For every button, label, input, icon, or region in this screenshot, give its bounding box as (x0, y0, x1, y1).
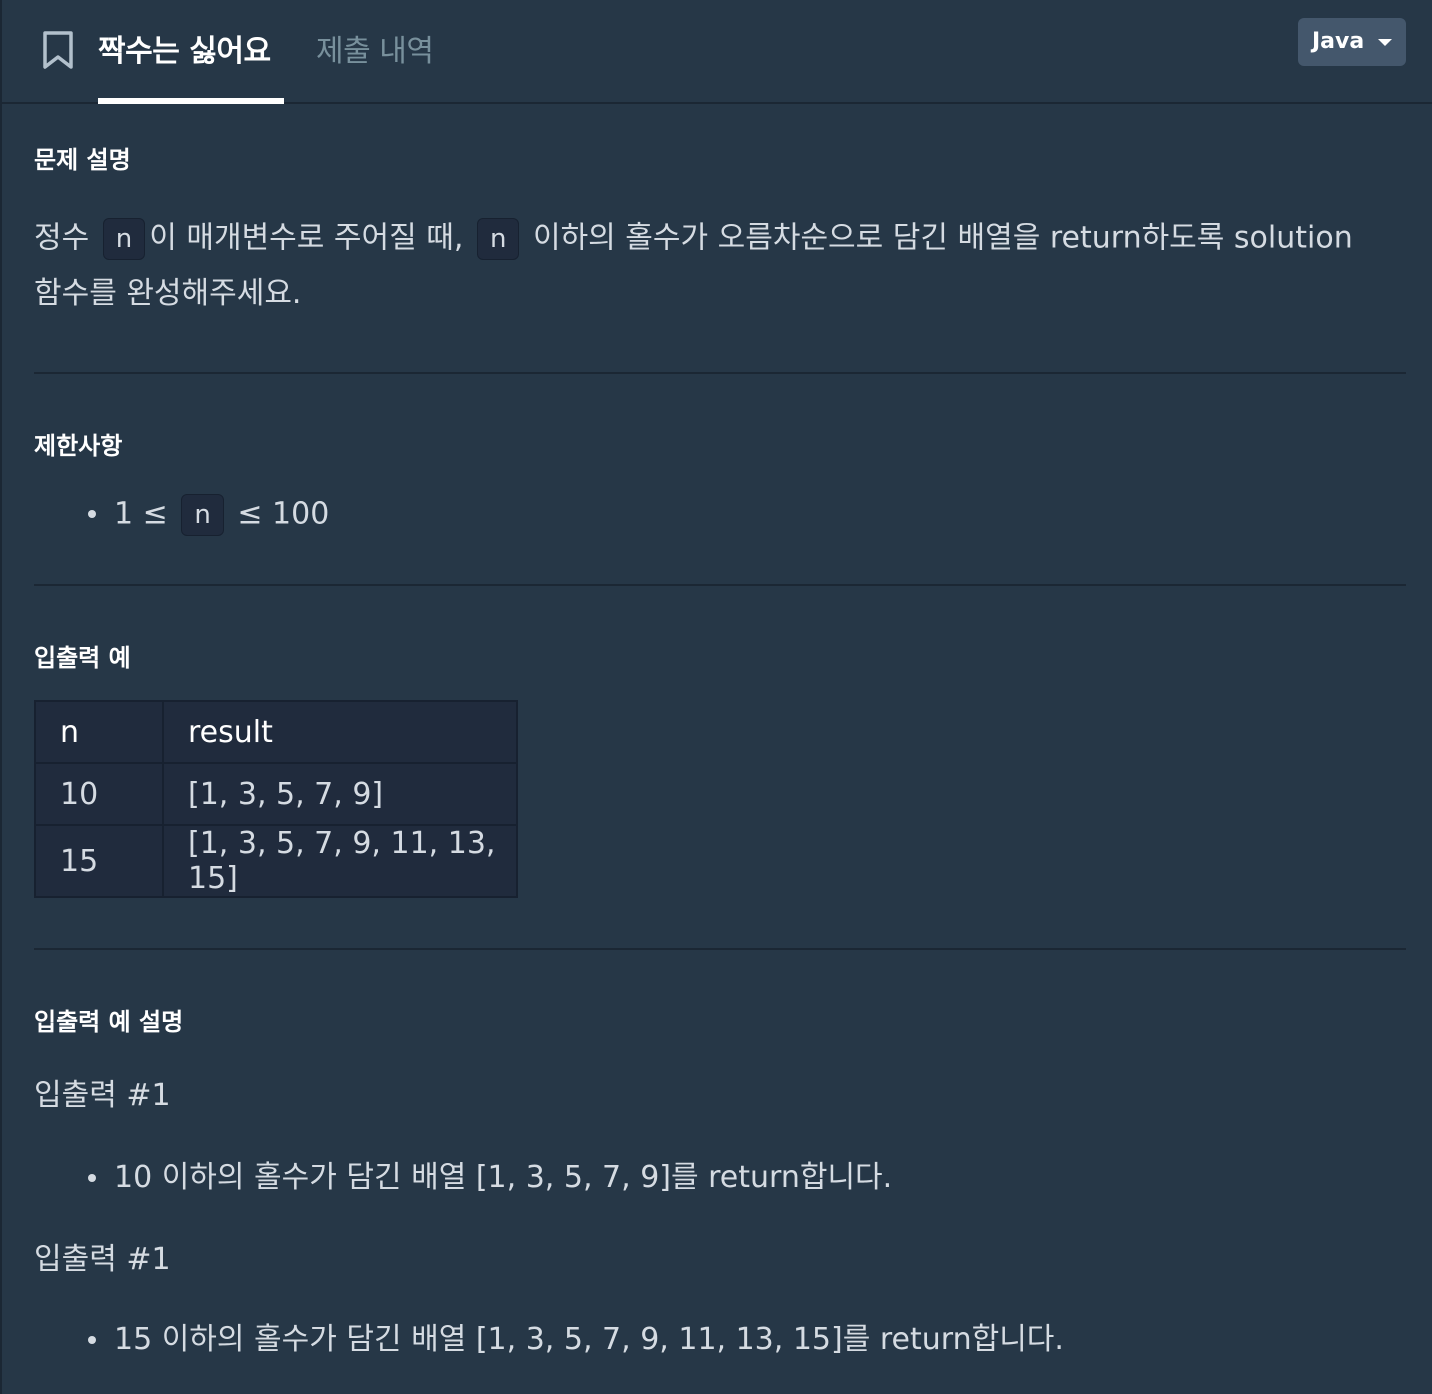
column-header: n (34, 700, 164, 764)
explanation-title: 입출력 예 설명 (34, 1008, 184, 1036)
table-row: 10 [1, 3, 5, 7, 9] (34, 762, 518, 826)
problem-header: 짝수는 싫어요 제출 내역 Java (2, 0, 1432, 104)
bullet-dot (88, 1336, 96, 1344)
section-divider (34, 948, 1406, 950)
case-text: 10 이하의 홀수가 담긴 배열 [1, 3, 5, 7, 9]를 return… (114, 1160, 893, 1195)
constraint-item: 1 ≤ n ≤ 100 (114, 494, 329, 536)
inline-code: n (181, 494, 224, 536)
constraint-suffix: ≤ 100 (237, 496, 330, 532)
bullet-dot (88, 510, 96, 518)
language-select[interactable]: Java (1298, 18, 1406, 66)
description-line-2: 함수를 완성해주세요. (34, 276, 302, 311)
description-text: 이하의 홀수가 오름차순으로 담긴 배열을 return하도록 solution (532, 220, 1353, 256)
table-cell: 15 (34, 824, 164, 898)
examples-table: n result 10 [1, 3, 5, 7, 9] 15 [1, 3, 5,… (34, 700, 518, 898)
description-text: 정수 (34, 220, 90, 256)
table-cell: [1, 3, 5, 7, 9] (162, 762, 518, 826)
case-heading: 입출력 #1 (34, 1078, 171, 1113)
chevron-down-icon (1378, 39, 1392, 46)
bookmark-icon[interactable] (40, 30, 76, 70)
inline-code: n (102, 218, 146, 260)
language-select-value: Java (1312, 29, 1365, 54)
tab-submissions[interactable]: 제출 내역 (316, 26, 434, 70)
active-tab-indicator (98, 98, 284, 104)
examples-title: 입출력 예 (34, 644, 131, 672)
column-header: result (162, 700, 518, 764)
case-heading: 입출력 #1 (34, 1242, 171, 1277)
section-divider (34, 584, 1406, 586)
table-header-row: n result (34, 700, 518, 764)
table-row: 15 [1, 3, 5, 7, 9, 11, 13, 15] (34, 824, 518, 898)
description-line-1: 정수 n이 매개변수로 주어질 때, n 이하의 홀수가 오름차순으로 담긴 배… (34, 218, 1353, 260)
problem-panel: 짝수는 싫어요 제출 내역 Java 문제 설명 정수 n이 매개변수로 주어질… (0, 0, 1432, 1394)
inline-code: n (476, 218, 520, 260)
constraint-prefix: 1 ≤ (114, 496, 168, 532)
table-cell: 10 (34, 762, 164, 826)
tab-problem[interactable]: 짝수는 싫어요 (98, 26, 271, 70)
description-text: 이 매개변수로 주어질 때, (149, 220, 464, 256)
case-text: 15 이하의 홀수가 담긴 배열 [1, 3, 5, 7, 9, 11, 13,… (114, 1322, 1064, 1357)
bullet-dot (88, 1174, 96, 1182)
section-divider (34, 372, 1406, 374)
table-cell: [1, 3, 5, 7, 9, 11, 13, 15] (162, 824, 518, 898)
constraints-title: 제한사항 (34, 432, 123, 460)
description-title: 문제 설명 (34, 146, 131, 174)
